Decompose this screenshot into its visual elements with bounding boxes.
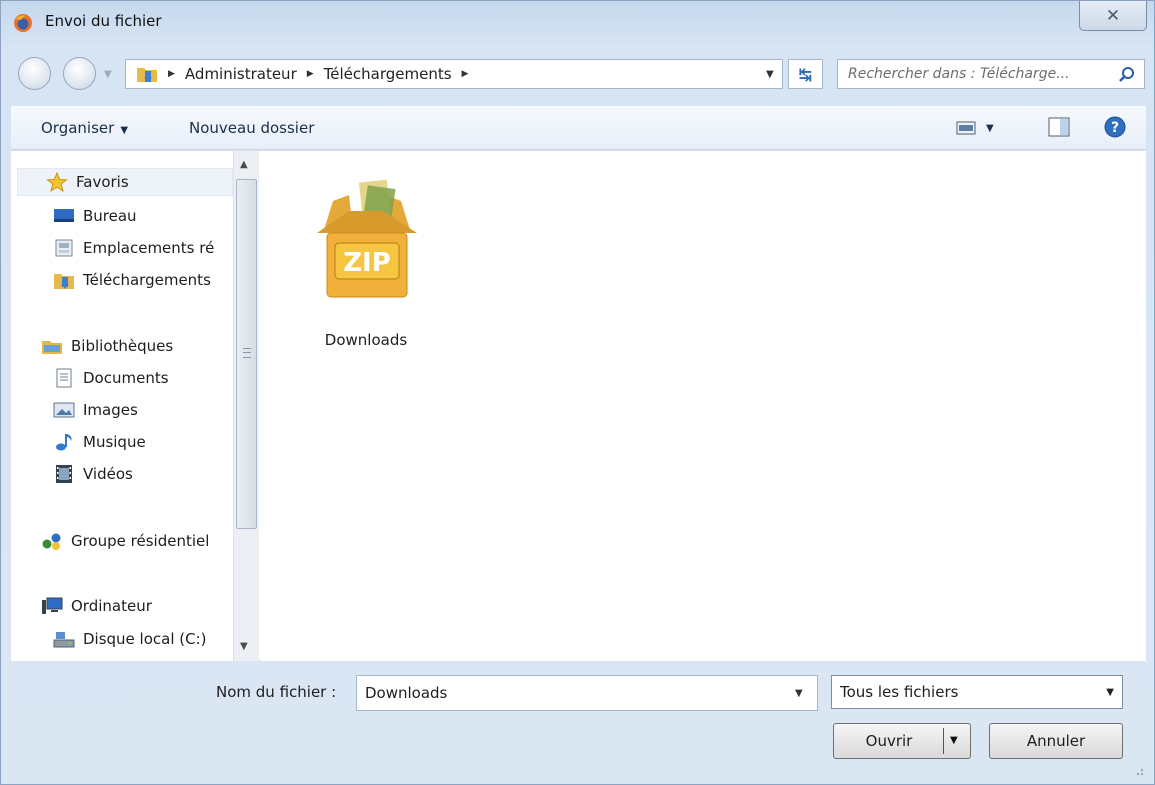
sidebar-item-videos[interactable]: Vidéos (53, 460, 133, 488)
cancel-button[interactable]: Annuler (989, 723, 1123, 759)
search-icon[interactable] (1118, 66, 1136, 84)
file-name: Downloads (324, 331, 408, 349)
sidebar-item-bibliotheques[interactable]: Bibliothèques (41, 332, 173, 360)
downloads-folder-icon (54, 274, 74, 289)
sidebar-item-label: Téléchargements (83, 271, 211, 289)
file-upload-dialog: Envoi du fichier ✕ ▼ ▶ Administrateur ▶ … (0, 0, 1155, 785)
sidebar-item-label: Images (83, 401, 138, 419)
sidebar-item-label: Vidéos (83, 465, 133, 483)
star-icon (46, 172, 68, 192)
back-button[interactable] (18, 57, 51, 90)
view-icon (956, 121, 976, 135)
organise-menu[interactable]: Organiser ▼ (41, 119, 128, 137)
breadcrumb-separator-icon[interactable]: ▶ (462, 69, 469, 79)
sidebar-item-label: Disque local (C:) (83, 630, 207, 648)
navigation-pane: Favoris Bureau Emplacements ré Télécharg… (11, 151, 233, 661)
sidebar-item-favoris[interactable]: Favoris (17, 168, 233, 196)
videos-icon (56, 465, 72, 483)
sidebar-item-emplacements-recents[interactable]: Emplacements ré (53, 234, 214, 262)
file-type-select[interactable]: Tous les fichiers ▼ (831, 675, 1123, 709)
chevron-down-icon: ▼ (120, 125, 129, 136)
breadcrumb-separator-icon[interactable]: ▶ (307, 69, 314, 79)
sidebar-item-label: Bibliothèques (71, 337, 174, 355)
dialog-body: Favoris Bureau Emplacements ré Télécharg… (11, 151, 1146, 661)
open-button[interactable]: Ouvrir ▼ (833, 723, 971, 759)
open-button-label: Ouvrir (865, 732, 913, 750)
sidebar-item-label: Ordinateur (71, 597, 152, 615)
help-icon[interactable]: ? (1104, 116, 1126, 138)
refresh-button[interactable]: ↹ (788, 59, 823, 89)
recent-pages-dropdown-icon[interactable]: ▼ (104, 69, 112, 80)
title-bar[interactable]: Envoi du fichier ✕ (1, 1, 1154, 45)
recent-places-icon (55, 239, 73, 257)
filename-field[interactable]: Downloads ▼ (356, 675, 818, 711)
window-title: Envoi du fichier (45, 12, 162, 30)
open-options-dropdown-icon[interactable]: ▼ (950, 735, 958, 746)
scrollbar-thumb[interactable] (236, 179, 257, 529)
navigation-bar: ▼ ▶ Administrateur ▶ Téléchargements ▶ ▼… (1, 51, 1154, 95)
sidebar-item-label: Bureau (83, 207, 137, 225)
change-view-button[interactable]: ▼ (956, 118, 1004, 138)
chevron-down-icon: ▼ (1106, 687, 1114, 698)
close-icon: ✕ (1105, 5, 1121, 26)
svg-text:?: ? (1111, 120, 1119, 136)
sidebar-item-images[interactable]: Images (53, 396, 138, 424)
split-divider (943, 728, 944, 754)
sidebar-item-label: Musique (83, 433, 146, 451)
resize-grip-icon[interactable] (1131, 763, 1145, 777)
preview-pane-icon[interactable] (1048, 117, 1070, 137)
sidebar-item-ordinateur[interactable]: Ordinateur (41, 592, 152, 620)
file-type-value: Tous les fichiers (840, 683, 959, 701)
homegroup-icon (42, 533, 61, 550)
sidebar-item-label: Emplacements ré (83, 239, 215, 257)
search-box[interactable] (837, 59, 1145, 89)
sidebar-item-musique[interactable]: Musique (53, 428, 146, 456)
sidebar-scrollbar[interactable]: ▲ ▼ (233, 151, 259, 661)
sidebar-item-groupe-residentiel[interactable]: Groupe résidentiel (41, 527, 209, 555)
search-input[interactable] (848, 66, 1118, 82)
filename-dropdown-icon[interactable]: ▼ (795, 688, 803, 699)
address-dropdown-icon[interactable]: ▼ (766, 69, 774, 80)
filename-value: Downloads (365, 684, 448, 702)
sidebar-item-label: Documents (83, 369, 169, 387)
filename-label: Nom du fichier : (216, 683, 337, 701)
sidebar-item-label: Favoris (76, 173, 129, 191)
zip-archive-icon: ZIP (317, 179, 417, 298)
local-disk-icon (53, 632, 75, 648)
organise-label: Organiser (41, 119, 115, 137)
zip-icon-text: ZIP (343, 248, 391, 278)
breadcrumb-telechargements[interactable]: Téléchargements (324, 65, 452, 83)
refresh-icon: ↹ (798, 64, 813, 84)
computer-icon (42, 597, 63, 614)
cancel-button-label: Annuler (1026, 732, 1086, 750)
music-icon (56, 434, 72, 451)
file-item-downloads[interactable]: ZIP Downloads (291, 173, 441, 349)
images-icon (53, 402, 75, 418)
breadcrumb-administrateur[interactable]: Administrateur (185, 65, 297, 83)
sidebar-item-disque-local[interactable]: Disque local (C:) (53, 625, 207, 653)
view-dropdown-icon: ▼ (986, 122, 994, 134)
address-bar[interactable]: ▶ Administrateur ▶ Téléchargements ▶ ▼ (125, 59, 783, 89)
close-button[interactable]: ✕ (1079, 1, 1147, 31)
new-folder-button[interactable]: Nouveau dossier (189, 119, 314, 137)
forward-button[interactable] (63, 57, 96, 90)
grip-icon (243, 348, 251, 358)
firefox-icon (14, 14, 32, 32)
scroll-down-icon[interactable]: ▼ (240, 641, 248, 652)
breadcrumb-separator-icon[interactable]: ▶ (168, 69, 175, 79)
scroll-up-icon[interactable]: ▲ (240, 159, 248, 170)
downloads-folder-icon (137, 68, 157, 82)
libraries-icon (42, 341, 62, 354)
desktop-icon (54, 209, 74, 222)
command-toolbar: Organiser ▼ Nouveau dossier ▼ ? (11, 106, 1146, 150)
sidebar-item-documents[interactable]: Documents (53, 364, 169, 392)
file-list-view: ZIP Downloads (261, 151, 1146, 661)
sidebar-item-label: Groupe résidentiel (71, 532, 210, 550)
sidebar-item-telechargements[interactable]: Téléchargements (53, 266, 211, 294)
documents-icon (56, 368, 72, 388)
sidebar-item-bureau[interactable]: Bureau (53, 202, 137, 230)
